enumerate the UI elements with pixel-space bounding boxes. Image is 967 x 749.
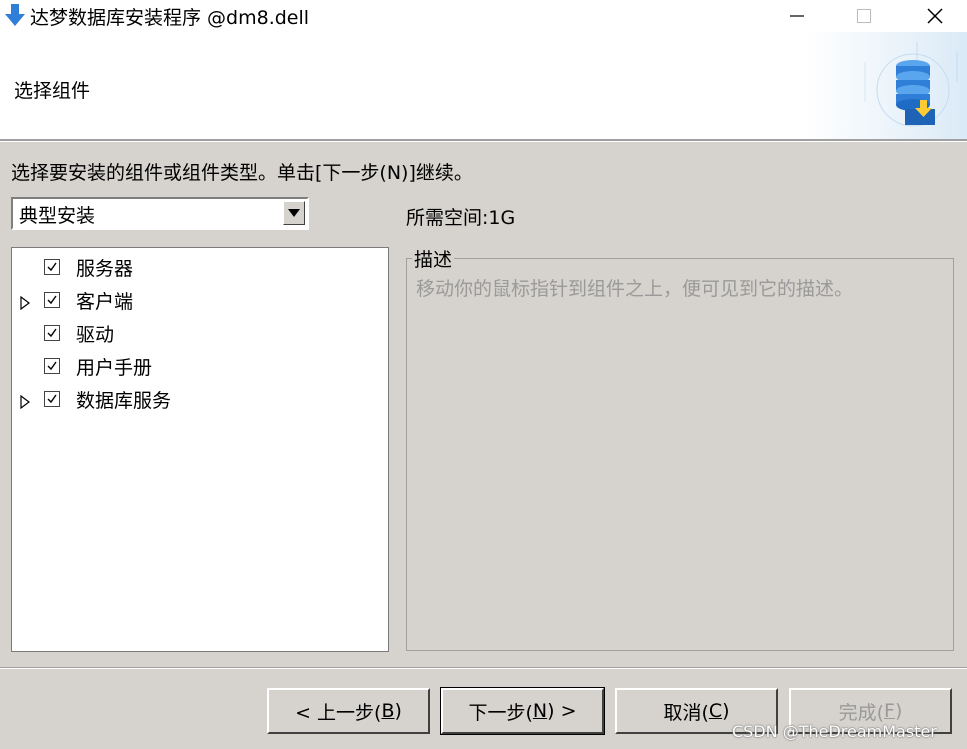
minimize-icon [790,15,804,17]
install-type-value: 典型安装 [19,205,96,227]
finish-button-label: 完成( [838,701,885,724]
minimize-button[interactable] [773,0,821,32]
tree-item-driver[interactable]: 驱动 [12,318,382,348]
checkmark-icon [47,361,57,371]
expand-arrow-icon[interactable] [20,392,30,410]
next-button-label-end: ) > [547,700,577,722]
window-title: 达梦数据库安装程序 @dm8.dell [30,7,310,29]
title-bar: 达梦数据库安装程序 @dm8.dell [0,0,967,32]
cancel-button-accelerator: C [708,700,723,722]
tree-item-label: 客户端 [76,291,134,313]
tree-item-database-service[interactable]: 数据库服务 [12,384,382,414]
checkmark-icon [47,295,57,305]
server-checkbox[interactable] [44,259,60,275]
close-icon [927,8,943,24]
page-title: 选择组件 [14,80,91,102]
component-tree[interactable]: 服务器 客户端 驱动 用户手册 数据库服务 [11,247,389,652]
dropdown-arrow-button[interactable] [283,201,305,225]
back-button[interactable]: < 上一步(B) [267,688,430,734]
maximize-button[interactable] [840,0,888,32]
description-groupbox [406,258,954,651]
next-button-label: 下一步( [468,701,533,724]
checkmark-icon [47,262,57,272]
triangle-down-icon [288,209,300,217]
cancel-button-label-end: ) [722,700,730,722]
instruction-text: 选择要安装的组件或组件类型。单击[下一步(N)]继续。 [11,162,473,184]
tree-item-client[interactable]: 客户端 [12,285,382,315]
checkmark-icon [47,328,57,338]
install-type-dropdown[interactable]: 典型安装 [11,197,309,230]
close-button[interactable] [911,0,959,32]
required-space-label: 所需空间:1G [406,207,516,229]
tree-item-user-manual[interactable]: 用户手册 [12,351,382,381]
description-text: 移动你的鼠标指针到组件之上，便可见到它的描述。 [416,278,854,300]
header-divider [0,139,967,142]
tree-item-label: 驱动 [76,324,115,346]
finish-button-accelerator: F [884,700,895,722]
client-checkbox[interactable] [44,292,60,308]
driver-checkbox[interactable] [44,325,60,341]
back-button-accelerator: B [381,700,395,722]
tree-item-label: 用户手册 [76,357,153,379]
cancel-button-label: 取消( [663,701,709,724]
database-install-illustration [807,32,967,139]
expand-arrow-icon[interactable] [20,293,30,311]
back-button-label: < 上一步( [295,701,382,724]
next-button[interactable]: 下一步(N) > [440,687,605,735]
footer-divider [0,667,967,669]
checkmark-icon [47,394,57,404]
next-button-accelerator: N [532,700,548,722]
user-manual-checkbox[interactable] [44,358,60,374]
finish-button-label-end: ) [894,700,903,722]
download-arrow-icon [4,3,26,32]
back-button-label-end: ) [394,700,402,722]
wizard-header: 选择组件 [0,32,967,139]
tree-item-label: 数据库服务 [76,390,172,412]
tree-item-label: 服务器 [76,258,134,280]
watermark: CSDN @TheDreamMaster [732,722,937,741]
database-service-checkbox[interactable] [44,391,60,407]
tree-item-server[interactable]: 服务器 [12,252,382,282]
maximize-icon [857,9,871,23]
description-legend: 描述 [412,245,455,272]
